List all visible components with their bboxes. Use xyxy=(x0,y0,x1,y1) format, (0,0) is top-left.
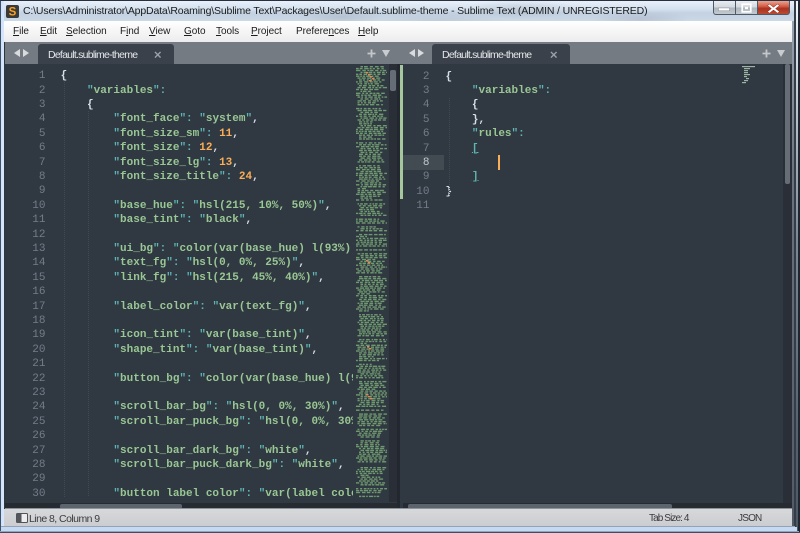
svg-text:S: S xyxy=(9,7,17,19)
